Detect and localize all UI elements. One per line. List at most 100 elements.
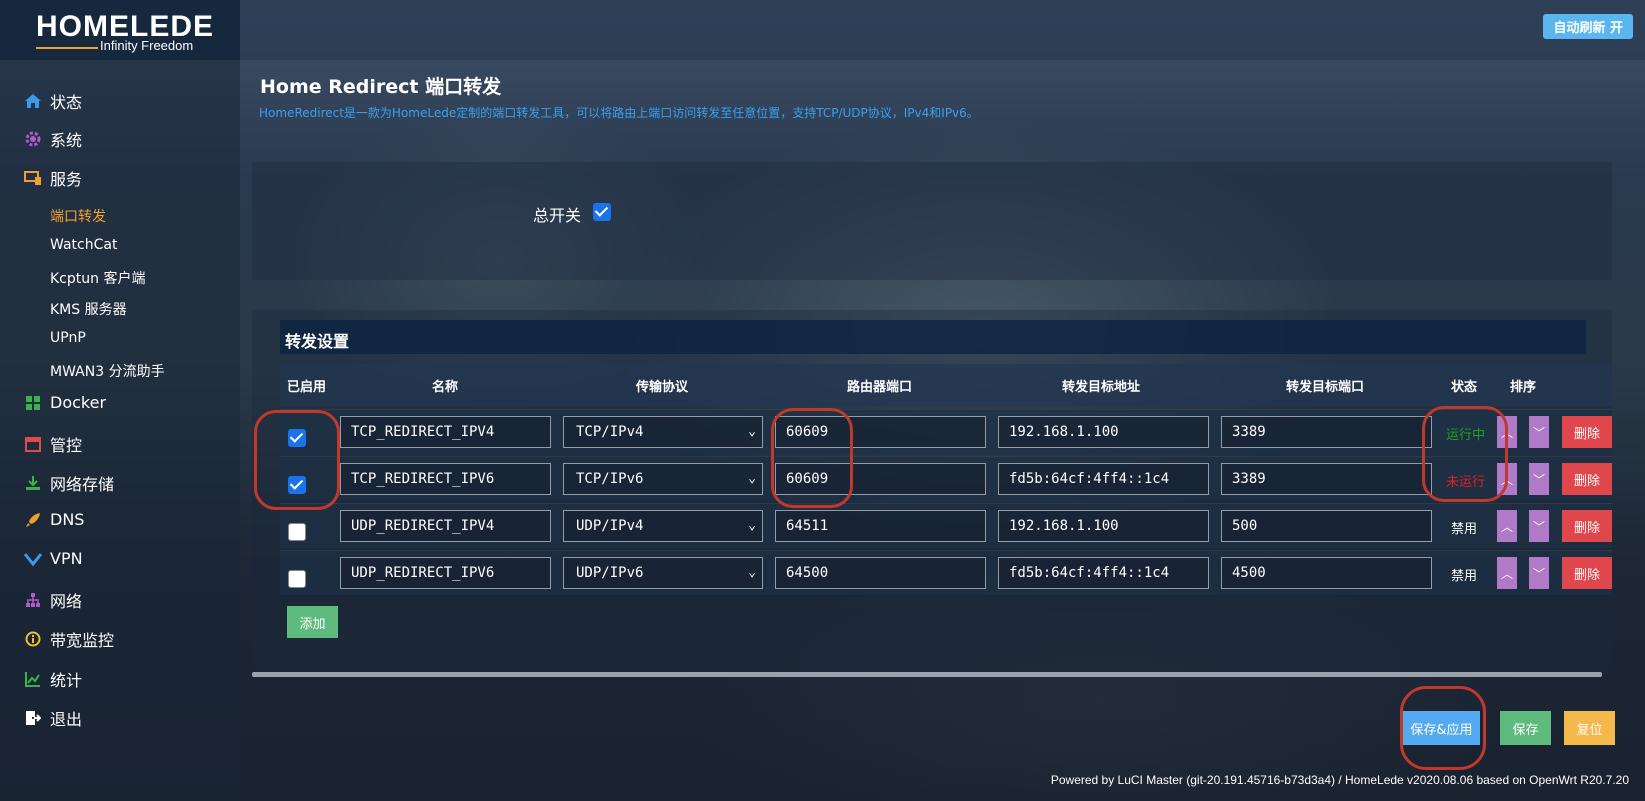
move-up-button[interactable]: ︿ bbox=[1497, 510, 1517, 542]
annotation-circle-router-port bbox=[771, 408, 853, 508]
save-button[interactable]: 保存 bbox=[1500, 711, 1551, 745]
chevron-down-icon: ﹀ bbox=[1532, 519, 1545, 534]
sidebar-item-label: 状态 bbox=[50, 93, 83, 112]
sidebar-item-statistics[interactable]: 统计 bbox=[24, 667, 82, 691]
annotation-circle-status bbox=[1422, 406, 1508, 502]
sidebar-item-docker[interactable]: Docker bbox=[24, 393, 106, 412]
target-port-input[interactable]: 500 bbox=[1221, 510, 1432, 542]
row-enabled-checkbox[interactable] bbox=[288, 523, 306, 541]
gear-icon bbox=[24, 130, 42, 148]
sidebar-item-label: 退出 bbox=[50, 710, 83, 729]
section-title: 转发设置 bbox=[285, 332, 350, 351]
protocol-select[interactable]: UDP/IPv6 ⌄ bbox=[563, 557, 763, 589]
logo-tagline: Infinity Freedom bbox=[100, 38, 194, 53]
router-port-input[interactable]: 64511 bbox=[775, 510, 986, 542]
sidebar-item-storage[interactable]: 网络存储 bbox=[24, 471, 114, 495]
master-switch-label: 总开关 bbox=[533, 206, 582, 225]
move-down-button[interactable]: ﹀ bbox=[1529, 510, 1549, 542]
move-down-button[interactable]: ﹀ bbox=[1529, 463, 1549, 495]
sidebar-item-label: 服务 bbox=[50, 170, 83, 189]
sidebar-item-label: VPN bbox=[50, 549, 83, 568]
protocol-select[interactable]: TCP/IPv4 ⌄ bbox=[563, 416, 763, 448]
delete-button[interactable]: 删除 bbox=[1562, 416, 1612, 448]
name-input[interactable]: UDP_REDIRECT_IPV6 bbox=[340, 557, 551, 589]
target-port-input[interactable]: 4500 bbox=[1221, 557, 1432, 589]
sidebar-item-label: 网络 bbox=[50, 592, 83, 611]
logo[interactable]: HOMELEDE Infinity Freedom bbox=[0, 0, 240, 60]
target-port-input[interactable]: 3389 bbox=[1221, 463, 1432, 495]
protocol-select-value: UDP/IPv4 bbox=[576, 518, 644, 534]
sidebar-item-control[interactable]: 管控 bbox=[24, 432, 82, 456]
page-title: Home Redirect 端口转发 bbox=[260, 76, 502, 98]
master-switch-checkbox[interactable] bbox=[593, 203, 611, 221]
master-switch-panel bbox=[252, 162, 1612, 280]
section-header bbox=[280, 320, 1586, 354]
delete-button[interactable]: 删除 bbox=[1562, 557, 1612, 589]
sidebar-item-bandwidth[interactable]: 带宽监控 bbox=[24, 627, 114, 651]
calendar-icon bbox=[24, 435, 42, 453]
add-button[interactable]: 添加 bbox=[287, 606, 338, 638]
table-header bbox=[280, 364, 1612, 406]
sidebar-item-dns[interactable]: DNS bbox=[24, 510, 84, 529]
move-down-button[interactable]: ﹀ bbox=[1529, 416, 1549, 448]
name-input[interactable]: UDP_REDIRECT_IPV4 bbox=[340, 510, 551, 542]
protocol-select-value: TCP/IPv6 bbox=[576, 471, 644, 487]
chevron-up-icon: ︿ bbox=[1500, 519, 1513, 534]
info-icon bbox=[24, 630, 42, 648]
protocol-select[interactable]: TCP/IPv6 ⌄ bbox=[563, 463, 763, 495]
column-header-enabled: 已启用 bbox=[287, 380, 327, 395]
name-input[interactable]: TCP_REDIRECT_IPV4 bbox=[340, 416, 551, 448]
move-up-button[interactable]: ︿ bbox=[1497, 557, 1517, 589]
rocket-icon bbox=[24, 511, 42, 529]
column-header-name: 名称 bbox=[432, 380, 459, 395]
sidebar-subitem-watchcat[interactable]: WatchCat bbox=[50, 237, 117, 253]
home-icon bbox=[24, 92, 42, 110]
sidebar-item-services[interactable]: 服务 bbox=[24, 166, 82, 190]
sidebar-item-label: 统计 bbox=[50, 671, 83, 690]
delete-button[interactable]: 删除 bbox=[1562, 463, 1612, 495]
target-address-input[interactable]: 192.168.1.100 bbox=[998, 416, 1209, 448]
annotation-circle-enabled bbox=[254, 410, 340, 510]
sidebar-subitem-kms[interactable]: KMS 服务器 bbox=[50, 299, 127, 319]
router-port-input[interactable]: 64500 bbox=[775, 557, 986, 589]
sidebar-subitem-port-forward[interactable]: 端口转发 bbox=[50, 206, 106, 226]
sidebar-item-label: 系统 bbox=[50, 131, 83, 150]
sidebar-item-system[interactable]: 系统 bbox=[24, 127, 82, 151]
sidebar-item-network[interactable]: 网络 bbox=[24, 588, 82, 612]
target-port-input[interactable]: 3389 bbox=[1221, 416, 1432, 448]
column-header-protocol: 传输协议 bbox=[636, 380, 689, 395]
auto-refresh-button[interactable]: 自动刷新 开 bbox=[1543, 14, 1633, 39]
sidebar-item-label: DNS bbox=[50, 510, 85, 529]
sidebar-item-vpn[interactable]: VPN bbox=[24, 549, 83, 568]
column-header-target-address: 转发目标地址 bbox=[1062, 380, 1141, 395]
protocol-select[interactable]: UDP/IPv4 ⌄ bbox=[563, 510, 763, 542]
sidebar-subitem-kcptun[interactable]: Kcptun 客户端 bbox=[50, 268, 145, 288]
chevron-down-icon: ⌄ bbox=[748, 518, 756, 533]
top-bar bbox=[0, 0, 1645, 60]
column-header-router-port: 路由器端口 bbox=[847, 380, 913, 395]
sidebar-item-status[interactable]: 状态 bbox=[24, 89, 82, 113]
download-icon bbox=[24, 474, 42, 492]
sidebar-item-label: 带宽监控 bbox=[50, 631, 115, 650]
chevron-down-icon: ﹀ bbox=[1532, 566, 1545, 581]
target-address-input[interactable]: 192.168.1.100 bbox=[998, 510, 1209, 542]
chevron-up-icon: ︿ bbox=[1500, 566, 1513, 581]
logo-underline bbox=[36, 47, 98, 49]
sidebar-item-label: 管控 bbox=[50, 436, 83, 455]
page-description: HomeRedirect是一款为HomeLede定制的端口转发工具，可以将路由上… bbox=[259, 106, 979, 120]
sidebar-subitem-upnp[interactable]: UPnP bbox=[50, 330, 86, 346]
move-down-button[interactable]: ﹀ bbox=[1529, 557, 1549, 589]
row-enabled-checkbox[interactable] bbox=[288, 570, 306, 588]
sidebar-subitem-mwan3[interactable]: MWAN3 分流助手 bbox=[50, 361, 165, 381]
name-input[interactable]: TCP_REDIRECT_IPV6 bbox=[340, 463, 551, 495]
status-badge: 禁用 bbox=[1451, 522, 1478, 537]
reset-button[interactable]: 复位 bbox=[1564, 711, 1615, 745]
sidebar-item-logout[interactable]: 退出 bbox=[24, 706, 82, 730]
target-address-input[interactable]: fd5b:64cf:4ff4::1c4 bbox=[998, 557, 1209, 589]
horizontal-scrollbar[interactable] bbox=[252, 672, 1602, 677]
target-address-input[interactable]: fd5b:64cf:4ff4::1c4 bbox=[998, 463, 1209, 495]
delete-button[interactable]: 删除 bbox=[1562, 510, 1612, 542]
footer: Powered by LuCI Master (git-20.191.45716… bbox=[1050, 773, 1629, 787]
chevron-down-icon: ﹀ bbox=[1532, 472, 1545, 487]
column-header-target-port: 转发目标端口 bbox=[1286, 380, 1365, 395]
